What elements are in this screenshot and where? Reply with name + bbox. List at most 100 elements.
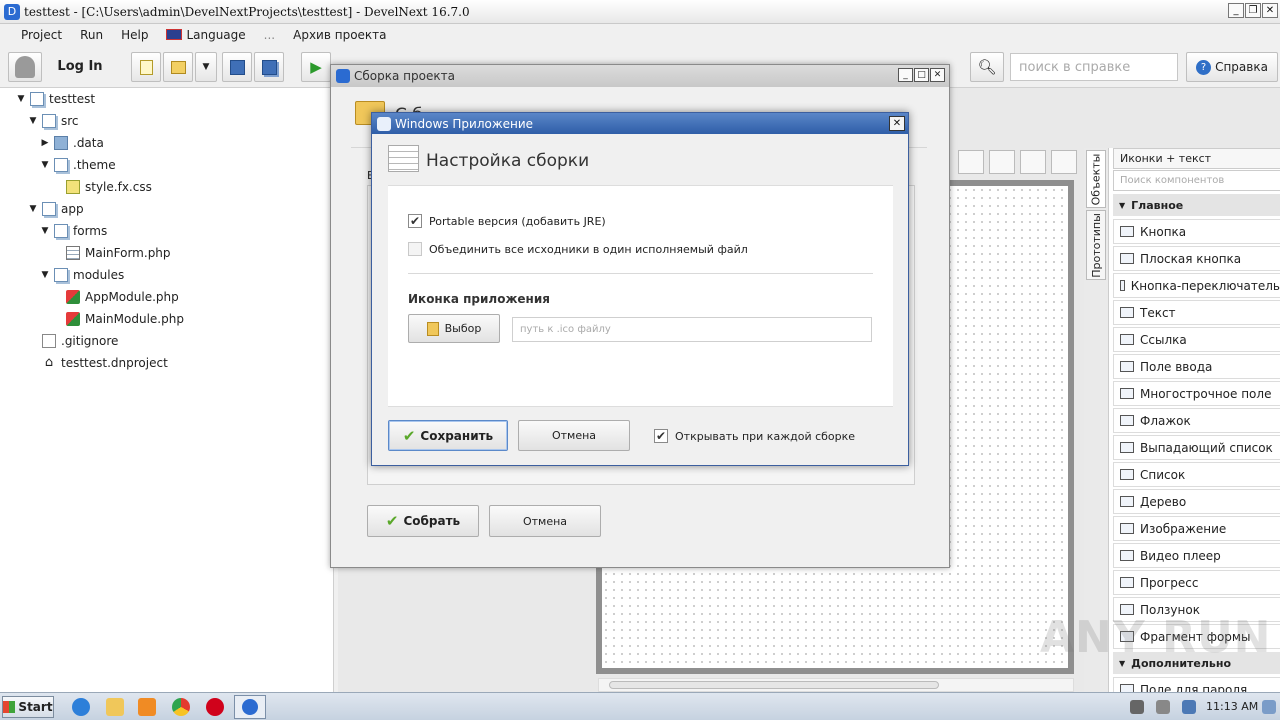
save-settings-button[interactable]: ✔ Сохранить [388, 420, 508, 451]
menu-language[interactable]: Language [157, 28, 254, 42]
open-each-build-row[interactable]: ✔ Открывать при каждой сборке [654, 429, 855, 443]
user-avatar-button[interactable] [8, 52, 42, 82]
opera-icon[interactable] [206, 698, 224, 716]
search-icon: 🔍︎ [977, 58, 997, 76]
component-item[interactable]: Текст [1113, 300, 1280, 325]
component-item[interactable]: Выпадающий список [1113, 435, 1280, 460]
merge-checkbox[interactable] [408, 242, 422, 256]
folder-icon [170, 60, 186, 74]
tree-item[interactable]: ▼ src [28, 110, 79, 132]
tree-item[interactable]: ▶ .data [40, 132, 104, 154]
tab-prototypes[interactable]: Прототипы [1086, 210, 1106, 280]
component-item[interactable]: Флажок [1113, 408, 1280, 433]
project-folder-icon [30, 92, 44, 106]
close-icon[interactable]: ✕ [930, 68, 945, 82]
help-search-input[interactable]: поиск в справке [1010, 53, 1178, 81]
component-item[interactable]: Многострочное поле [1113, 381, 1280, 406]
tree-item[interactable]: style.fx.css [52, 176, 152, 198]
build-cancel-button[interactable]: Отмена [489, 505, 601, 537]
explorer-icon[interactable] [106, 698, 124, 716]
open-dropdown-button[interactable]: ▼ [195, 52, 217, 82]
component-icon [1120, 469, 1134, 480]
tree-item[interactable]: ⌂ testtest.dnproject [28, 352, 168, 374]
expander-icon[interactable]: ▼ [28, 204, 38, 214]
expander-icon[interactable]: ▼ [40, 160, 50, 170]
expander-icon[interactable]: ▼ [28, 116, 38, 126]
layer-up-icon[interactable] [1020, 150, 1046, 174]
bar-chart-icon[interactable] [989, 150, 1015, 174]
component-search-input[interactable]: Поиск компонентов [1113, 170, 1280, 191]
volume-icon[interactable] [1156, 700, 1170, 714]
menu-run[interactable]: Run [71, 28, 112, 42]
settings-panel: ✔ Portable версия (добавить JRE) Объедин… [388, 185, 893, 407]
media-player-icon[interactable] [138, 698, 156, 716]
search-help-button[interactable]: 🔍︎ [970, 52, 1004, 82]
restore-icon[interactable]: ❐ [1245, 3, 1261, 18]
component-item[interactable]: Кнопка [1113, 219, 1280, 244]
component-item[interactable]: Поле ввода [1113, 354, 1280, 379]
horizontal-scrollbar[interactable] [598, 678, 1074, 692]
scrollbar-thumb[interactable] [609, 681, 939, 689]
menu-help[interactable]: Help [112, 28, 157, 42]
component-item[interactable]: Прогресс [1113, 570, 1280, 595]
tree-item[interactable]: ▼ .theme [40, 154, 116, 176]
component-item[interactable]: Кнопка-переключатель [1113, 273, 1280, 298]
align-bottom-icon[interactable] [958, 150, 984, 174]
tree-item[interactable]: ▼ forms [40, 220, 107, 242]
build-button[interactable]: ✔ Собрать [367, 505, 479, 537]
taskbar-develnext-button[interactable] [234, 695, 266, 719]
tree-item[interactable]: MainModule.php [52, 308, 184, 330]
choose-icon-button[interactable]: Выбор [408, 314, 500, 343]
tree-item[interactable]: ▼ modules [40, 264, 124, 286]
chrome-icon[interactable] [172, 698, 190, 716]
tree-item[interactable]: .gitignore [28, 330, 118, 352]
expander-icon[interactable]: ▶ [40, 138, 50, 148]
open-folder-button[interactable] [163, 52, 193, 82]
portable-checkbox[interactable]: ✔ [408, 214, 422, 228]
icon-path-input[interactable]: путь к .ico файлу [512, 317, 872, 342]
component-item[interactable]: Плоская кнопка [1113, 246, 1280, 271]
component-item[interactable]: Ссылка [1113, 327, 1280, 352]
section-main[interactable]: ▼ Главное [1113, 194, 1280, 216]
minimize-icon[interactable]: _ [898, 68, 913, 82]
close-icon[interactable]: ✕ [889, 116, 905, 131]
save-all-button[interactable] [254, 52, 284, 82]
layer-down-icon[interactable] [1051, 150, 1077, 174]
tab-objects-label: Объекты [1089, 153, 1103, 205]
merge-checkbox-row[interactable]: Объединить все исходники в один исполняе… [408, 242, 748, 256]
new-file-button[interactable] [131, 52, 161, 82]
save-button[interactable] [222, 52, 252, 82]
menu-project[interactable]: Project [12, 28, 71, 42]
tree-item[interactable]: AppModule.php [52, 286, 179, 308]
ie-icon[interactable] [72, 698, 90, 716]
help-button[interactable]: ? Справка [1186, 52, 1278, 82]
expander-icon[interactable]: ▼ [40, 226, 50, 236]
tree-item[interactable]: MainForm.php [52, 242, 171, 264]
tray-icon[interactable] [1182, 700, 1196, 714]
component-item[interactable]: Изображение [1113, 516, 1280, 541]
view-mode-select[interactable]: Иконки + текст [1113, 148, 1280, 169]
menu-archive[interactable]: Архив проекта [284, 28, 395, 42]
tab-objects[interactable]: Объекты [1086, 150, 1106, 208]
component-item[interactable]: Список [1113, 462, 1280, 487]
menu-ellipsis[interactable]: ... [255, 28, 284, 42]
start-button[interactable]: Start [2, 696, 54, 718]
cancel-settings-button[interactable]: Отмена [518, 420, 630, 451]
tree-item[interactable]: ▼ testtest [16, 88, 95, 110]
tree-item-label: style.fx.css [85, 180, 152, 194]
maximize-icon[interactable]: □ [914, 68, 929, 82]
run-button[interactable]: ▶ [301, 52, 331, 82]
show-desktop-icon[interactable] [1262, 700, 1276, 714]
close-icon[interactable]: ✕ [1262, 3, 1278, 18]
open-each-build-checkbox[interactable]: ✔ [654, 429, 668, 443]
network-icon[interactable] [1130, 700, 1144, 714]
component-item[interactable]: Дерево [1113, 489, 1280, 514]
portable-checkbox-row[interactable]: ✔ Portable версия (добавить JRE) [408, 214, 606, 228]
login-button[interactable]: Log In [50, 59, 110, 74]
tree-item[interactable]: ▼ app [28, 198, 84, 220]
expander-icon[interactable]: ▼ [40, 270, 50, 280]
develnext-logo-icon [336, 69, 350, 83]
component-item[interactable]: Видео плеер [1113, 543, 1280, 568]
expander-icon[interactable]: ▼ [16, 94, 26, 104]
minimize-icon[interactable]: _ [1228, 3, 1244, 18]
